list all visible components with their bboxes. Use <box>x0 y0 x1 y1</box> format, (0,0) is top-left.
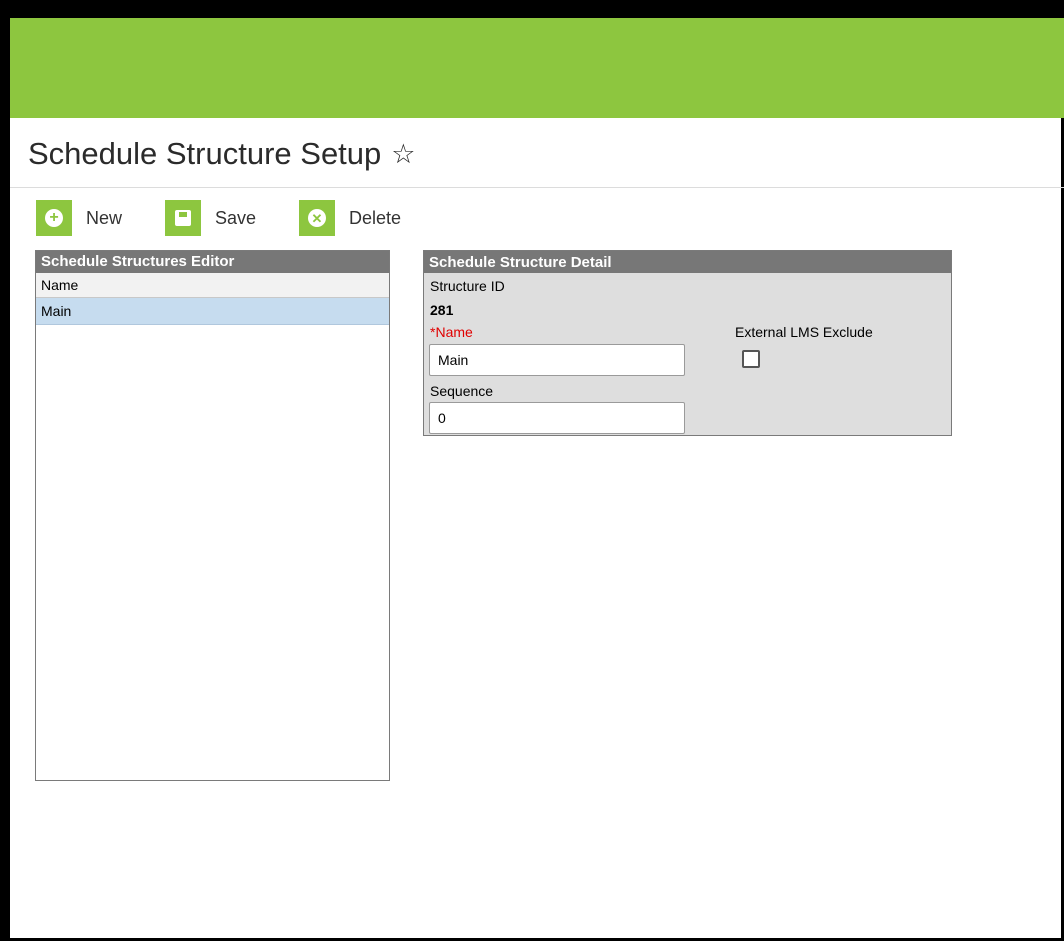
save-button-label: Save <box>215 207 257 228</box>
name-field[interactable] <box>429 344 685 376</box>
detail-header: Schedule Structure Detail <box>424 251 951 273</box>
editor-header: Schedule Structures Editor <box>36 251 389 273</box>
title-divider <box>10 187 1064 188</box>
external-lms-exclude-checkbox[interactable] <box>742 350 760 368</box>
new-button-label: New <box>86 207 123 228</box>
plus-circle-icon: + <box>45 209 63 227</box>
sequence-label: Sequence <box>430 383 494 399</box>
x-circle-icon: ✕ <box>308 209 326 227</box>
favorite-star-icon[interactable]: ☆ <box>391 140 415 168</box>
delete-button[interactable]: ✕ Delete <box>299 200 401 236</box>
page-title-text: Schedule Structure Setup <box>28 136 382 171</box>
save-button[interactable]: Save <box>165 200 256 236</box>
floppy-disk-icon <box>175 210 191 226</box>
external-lms-exclude-label: External LMS Exclude <box>735 324 873 340</box>
save-icon-box <box>165 200 201 236</box>
name-label: *Name <box>430 324 473 340</box>
structure-id-value: 281 <box>430 302 454 318</box>
list-item[interactable]: Main <box>36 298 389 325</box>
new-icon-box: + <box>36 200 72 236</box>
delete-icon-box: ✕ <box>299 200 335 236</box>
top-banner <box>10 6 1064 118</box>
schedule-structures-editor: Schedule Structures Editor Name Main <box>35 250 390 781</box>
structure-id-label: Structure ID <box>430 278 505 294</box>
schedule-structure-detail: Schedule Structure Detail Structure ID 2… <box>423 250 952 436</box>
name-label-text: Name <box>435 324 473 340</box>
sequence-field[interactable] <box>429 402 685 434</box>
new-button[interactable]: + New <box>36 200 122 236</box>
delete-button-label: Delete <box>349 207 402 228</box>
column-header-name[interactable]: Name <box>36 273 389 298</box>
page-title: Schedule Structure Setup ☆ <box>28 136 416 172</box>
